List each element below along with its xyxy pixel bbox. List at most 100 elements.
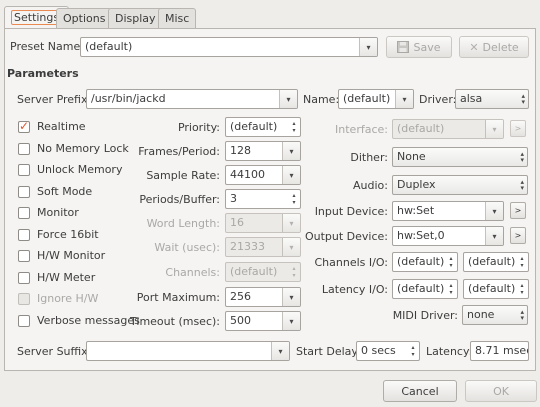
channels-out-value: (default)	[468, 255, 516, 268]
output-device-browse-button[interactable]: >	[510, 227, 526, 244]
server-prefix-combo[interactable]: /usr/bin/jackd ▾	[86, 89, 298, 109]
ok-label: OK	[493, 384, 509, 398]
channels-in-spin[interactable]: (default) ▴ ▾	[392, 252, 458, 272]
start-delay-value: 0 secs	[361, 344, 396, 357]
input-device-combo[interactable]: hw:Set ▾	[392, 201, 504, 221]
word-length-combo[interactable]: 16 ▾	[225, 213, 301, 233]
sample-rate-label: Sample Rate:	[146, 169, 220, 182]
wait-usec-combo[interactable]: 21333 ▾	[225, 237, 301, 257]
monitor-checkbox[interactable]	[18, 207, 30, 219]
server-suffix-combo[interactable]: ▾	[86, 341, 290, 361]
delete-label: Delete	[482, 40, 519, 54]
priority-spin[interactable]: (default) ▴ ▾	[225, 117, 301, 137]
updown-icon: ▴ ▾	[520, 150, 524, 164]
interface-combo[interactable]: (default) ▾	[392, 119, 504, 139]
latency-out-spin[interactable]: (default) ▴ ▾	[463, 279, 529, 299]
priority-label: Priority:	[177, 121, 220, 134]
verbose-messages-checkbox[interactable]	[18, 315, 30, 327]
spin-arrows-icon: ▴ ▾	[292, 120, 296, 134]
dropdown-arrow-icon: ▾	[485, 120, 503, 138]
dropdown-arrow-icon: ▾	[485, 202, 503, 220]
channels-in-value: (default)	[397, 255, 445, 268]
interface-browse-button[interactable]: >	[510, 120, 526, 137]
unlock-memory-label: Unlock Memory	[37, 163, 123, 176]
input-device-browse-button[interactable]: >	[510, 202, 526, 219]
spin-arrows-icon: ▴ ▾	[520, 282, 524, 296]
sample-rate-value: 44100	[230, 168, 265, 181]
chevron-right-icon: >	[514, 231, 522, 240]
wait-usec-value: 21333	[230, 240, 265, 253]
cancel-button[interactable]: Cancel	[383, 380, 457, 402]
port-maximum-combo[interactable]: 256 ▾	[225, 287, 301, 307]
channels-out-spin[interactable]: (default) ▴ ▾	[463, 252, 529, 272]
server-suffix-label: Server Suffix:	[17, 345, 92, 358]
unlock-memory-checkbox[interactable]	[18, 164, 30, 176]
tab-display[interactable]: Display	[108, 8, 163, 28]
updown-icon: ▴ ▾	[520, 308, 524, 322]
dropdown-arrow-icon: ▾	[279, 90, 297, 108]
delete-button[interactable]: ✕ Delete	[459, 36, 529, 58]
server-prefix-value: /usr/bin/jackd	[91, 92, 166, 105]
ignore-hw-label: Ignore H/W	[37, 292, 99, 305]
server-name-combo[interactable]: (default) ▾	[338, 89, 414, 109]
updown-icon: ▴ ▾	[520, 178, 524, 192]
dropdown-arrow-icon: ▾	[271, 342, 289, 360]
preset-name-value: (default)	[85, 40, 133, 53]
no-memory-lock-checkbox[interactable]	[18, 143, 30, 155]
frames-period-label: Frames/Period:	[138, 145, 220, 158]
name-label: Name:	[303, 93, 340, 106]
latency-out-value: (default)	[468, 282, 516, 295]
preset-name-combo[interactable]: (default) ▾	[80, 37, 378, 57]
frames-period-combo[interactable]: 128 ▾	[225, 141, 301, 161]
audio-combo[interactable]: Duplex ▴ ▾	[392, 175, 528, 195]
dropdown-arrow-icon: ▾	[282, 312, 300, 330]
periods-buffer-label: Periods/Buffer:	[139, 193, 220, 206]
updown-icon: ▴ ▾	[521, 92, 525, 106]
dropdown-arrow-icon: ▾	[282, 238, 300, 256]
force-16bit-checkbox[interactable]	[18, 229, 30, 241]
tab-label: Misc	[165, 12, 190, 25]
dropdown-arrow-icon: ▾	[282, 142, 300, 160]
timeout-label: Timeout (msec):	[130, 315, 220, 328]
channels-value: (default)	[230, 265, 278, 278]
latency-in-spin[interactable]: (default) ▴ ▾	[392, 279, 458, 299]
latency-io-label: Latency I/O:	[321, 283, 388, 296]
save-button[interactable]: Save	[386, 36, 452, 58]
force-16bit-label: Force 16bit	[37, 228, 99, 241]
channels-spin[interactable]: (default) ▴ ▾	[225, 262, 301, 282]
tab-label: Display	[115, 12, 156, 25]
sample-rate-combo[interactable]: 44100 ▾	[225, 165, 301, 185]
midi-driver-combo[interactable]: none ▴ ▾	[462, 305, 528, 325]
server-name-value: (default)	[343, 92, 391, 105]
save-label: Save	[413, 40, 441, 54]
tab-options[interactable]: Options	[56, 8, 113, 28]
ignore-hw-checkbox[interactable]	[18, 293, 30, 305]
audio-label: Audio:	[353, 179, 388, 192]
hw-meter-checkbox[interactable]	[18, 272, 30, 284]
realtime-checkbox[interactable]	[18, 119, 30, 133]
dither-value: None	[397, 150, 426, 163]
tab-misc[interactable]: Misc	[158, 8, 197, 28]
spin-arrows-icon: ▴ ▾	[449, 282, 453, 296]
hw-meter-label: H/W Meter	[37, 271, 96, 284]
start-delay-spin[interactable]: 0 secs ▴ ▾	[356, 341, 420, 361]
latency-value: 8.71 msec	[470, 341, 529, 361]
spin-arrows-icon: ▴ ▾	[411, 344, 415, 358]
verbose-messages-label: Verbose messages	[37, 314, 140, 327]
dither-combo[interactable]: None ▴ ▾	[392, 147, 528, 167]
latency-in-value: (default)	[397, 282, 445, 295]
channels-label: Channels:	[165, 266, 220, 279]
ok-button[interactable]: OK	[465, 380, 537, 402]
input-device-value: hw:Set	[397, 204, 435, 217]
hw-monitor-checkbox[interactable]	[18, 250, 30, 262]
periods-buffer-spin[interactable]: 3 ▴ ▾	[225, 189, 301, 209]
hw-monitor-label: H/W Monitor	[37, 249, 106, 262]
output-device-combo[interactable]: hw:Set,0 ▾	[392, 226, 504, 246]
timeout-combo[interactable]: 500 ▾	[225, 311, 301, 331]
tab-label: Settings	[11, 10, 63, 25]
latency-label: Latency:	[426, 345, 473, 358]
wait-usec-label: Wait (usec):	[154, 241, 220, 254]
soft-mode-checkbox[interactable]	[18, 186, 30, 198]
driver-combo[interactable]: alsa ▴ ▾	[455, 89, 529, 109]
channels-io-label: Channels I/O:	[314, 256, 388, 269]
